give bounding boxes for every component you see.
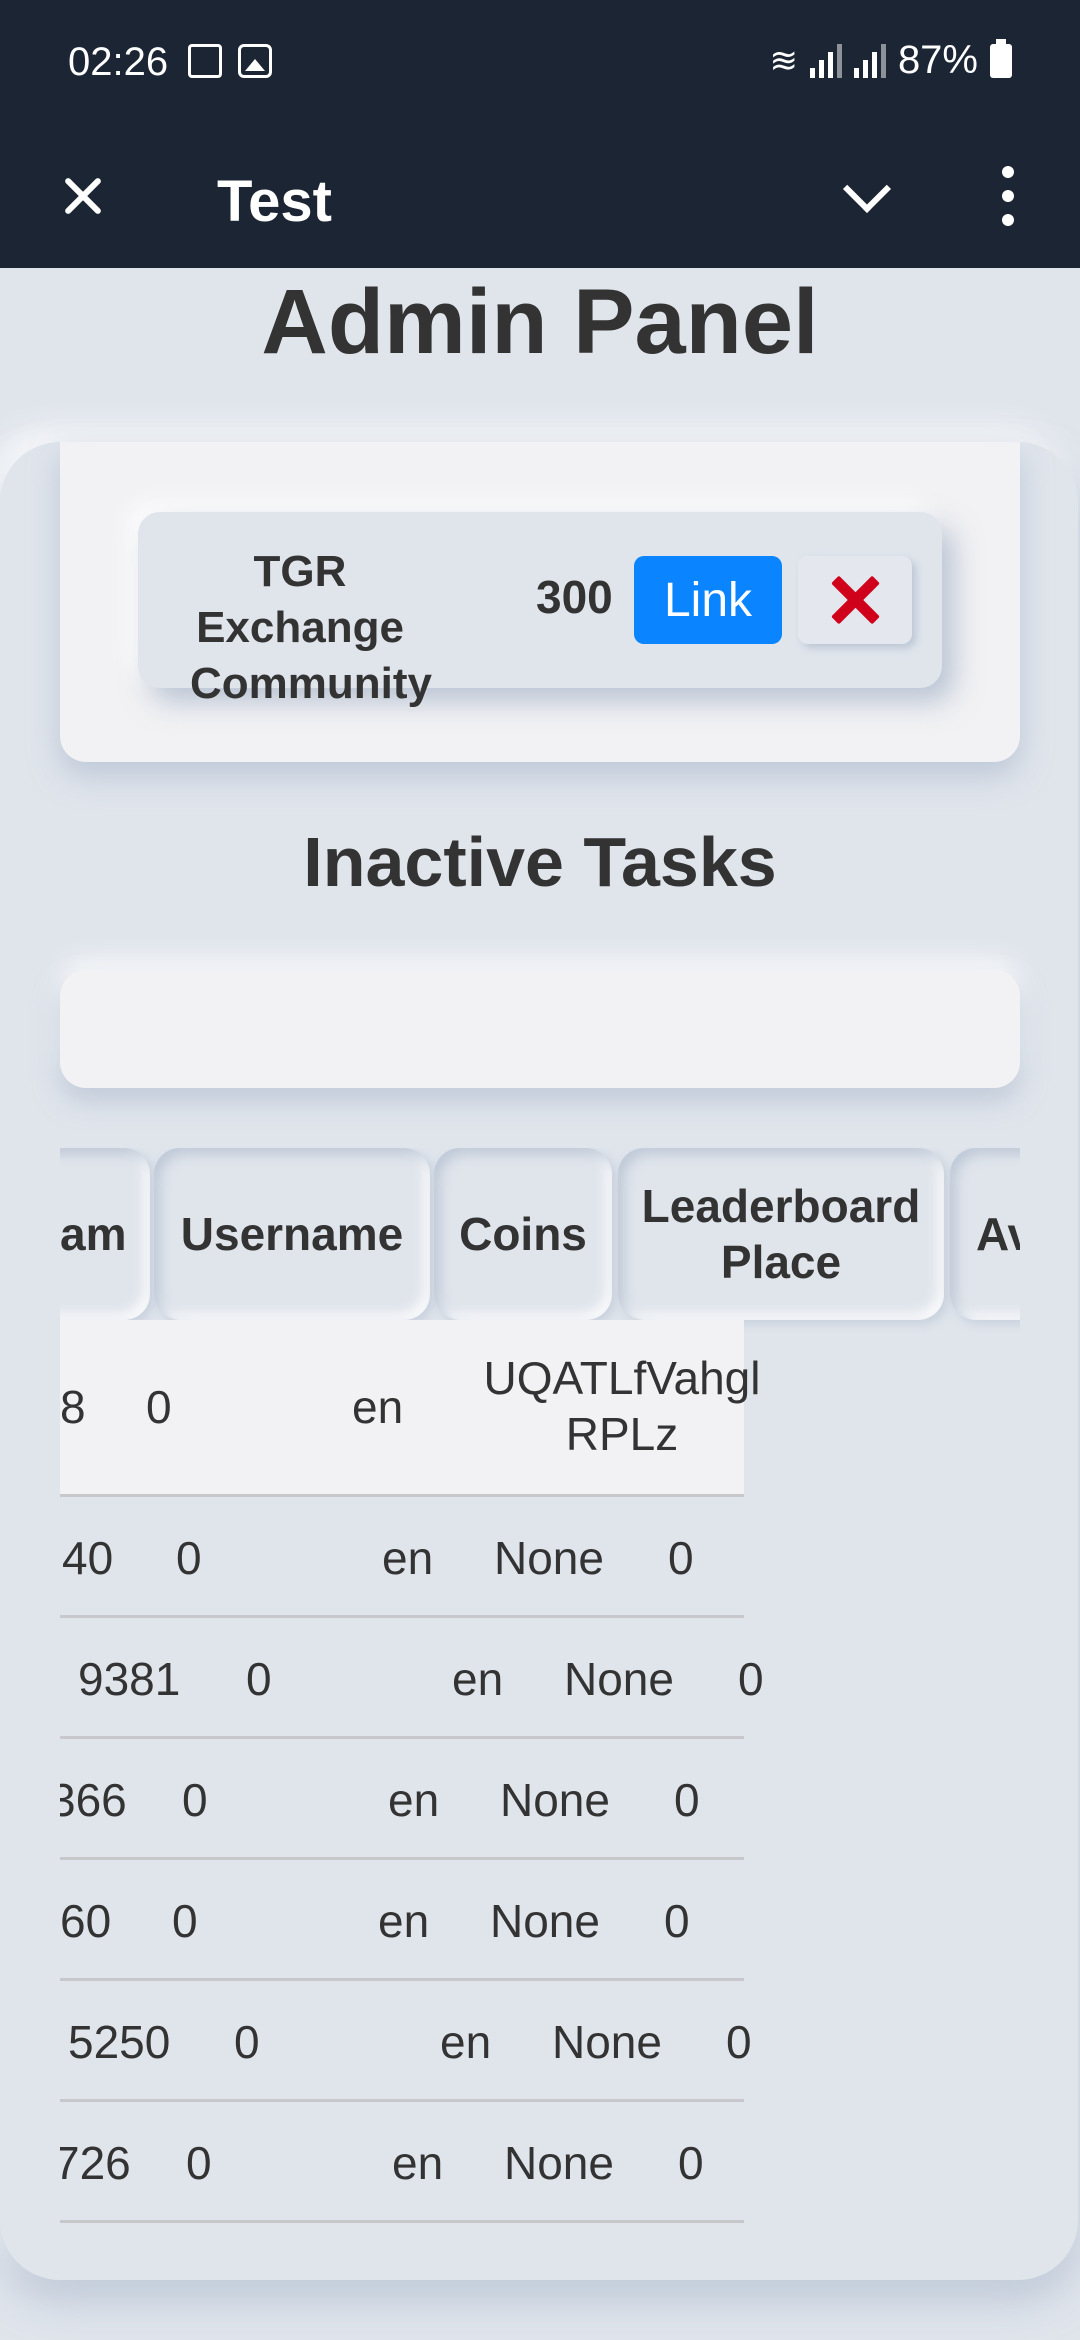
column-header-username[interactable]: Username xyxy=(154,1148,430,1320)
table-row[interactable]: 5250 0 en None 0 xyxy=(60,1981,752,2102)
table-cell: 60 xyxy=(60,1895,112,1947)
inactive-tasks-heading: Inactive Tasks xyxy=(303,823,777,901)
table-row[interactable]: 60 0 en None 0 xyxy=(60,1860,744,1981)
status-time: 02:26 xyxy=(68,40,169,84)
status-bar: 02:26 ≋ 87% xyxy=(0,0,1080,128)
table-cell: None xyxy=(564,1653,674,1705)
table-row[interactable]: 366 0 en None 0 xyxy=(60,1739,744,1860)
inactive-tasks-list xyxy=(60,970,1020,1088)
table-cell: 0 xyxy=(172,1895,198,1947)
table-cell: 0 xyxy=(678,2137,704,2189)
task-coins: 300 xyxy=(536,571,613,623)
table-row[interactable]: 9381 0 en None 0 xyxy=(60,1618,764,1739)
table-cell: en xyxy=(392,2137,444,2189)
table-cell: en xyxy=(388,1774,440,1826)
battery-icon xyxy=(990,38,1012,78)
column-header-coins[interactable]: Coins xyxy=(434,1148,612,1320)
users-table[interactable]: am Username Coins Leaderboard Place Av 8… xyxy=(60,1148,1020,2228)
table-cell: 726 xyxy=(60,2137,131,2189)
column-header-av[interactable]: Av xyxy=(950,1148,1020,1320)
signal-icon xyxy=(809,43,842,78)
table-cell: en xyxy=(382,1532,434,1584)
table-cell: None xyxy=(500,1774,610,1826)
status-right: ≋ 87% xyxy=(769,38,1012,83)
table-cell: None xyxy=(504,2137,614,2189)
table-cell: en xyxy=(352,1381,404,1433)
table-cell: en xyxy=(378,1895,430,1947)
table-cell: 0 xyxy=(186,2137,212,2189)
table-cell: None xyxy=(494,1532,604,1584)
table-row[interactable]: 8 0 en UQATLfVahgl RPLz xyxy=(60,1320,760,1497)
table-row[interactable]: 40 0 en None 0 xyxy=(60,1497,744,1618)
table-cell: 0 xyxy=(176,1532,202,1584)
device-notification-icon xyxy=(188,44,222,78)
table-cell: 5250 xyxy=(68,2016,171,2068)
table-cell: None xyxy=(552,2016,662,2068)
table-cell: 0 xyxy=(668,1532,694,1584)
app-bar: Test xyxy=(0,128,1080,268)
column-header-leaderboard-place[interactable]: Leaderboard Place xyxy=(618,1148,944,1320)
table-cell: 0 xyxy=(234,2016,260,2068)
table-body: 8 0 en UQATLfVahgl RPLz 40 0 en None 0 9… xyxy=(60,1320,764,2223)
table-cell: 0 xyxy=(146,1381,172,1433)
table-cell: en xyxy=(452,1653,504,1705)
close-icon[interactable] xyxy=(52,164,116,228)
table-cell: 0 xyxy=(246,1653,272,1705)
table-cell: None xyxy=(490,1895,600,1947)
wifi-icon: ≋ xyxy=(769,41,798,80)
column-header[interactable]: am xyxy=(60,1148,150,1320)
table-cell: 0 xyxy=(726,2016,752,2068)
table-cell: en xyxy=(440,2016,492,2068)
table-row[interactable]: 726 0 en None 0 xyxy=(60,2102,744,2223)
table-cell: UQATLfVahgl RPLz xyxy=(483,1352,761,1460)
task-name: TGR Exchange Community xyxy=(190,547,432,708)
link-button[interactable]: Link xyxy=(634,556,782,644)
page-title: Admin Panel xyxy=(261,271,819,373)
table-cell: 0 xyxy=(738,1653,764,1705)
notification-icons xyxy=(188,44,272,78)
delete-button[interactable] xyxy=(798,556,912,644)
battery-percent: 87% xyxy=(897,38,978,82)
table-cell: 0 xyxy=(674,1774,700,1826)
more-options-icon[interactable] xyxy=(996,160,1020,236)
table-cell: 40 xyxy=(62,1532,114,1584)
cross-icon xyxy=(830,575,880,625)
table-cell: 8 xyxy=(60,1381,86,1433)
table-cell: 0 xyxy=(664,1895,690,1947)
signal-icon-2 xyxy=(853,43,886,78)
task-row: TGR Exchange Community 300 Link xyxy=(138,512,942,708)
table-cell: 9381 xyxy=(78,1653,181,1705)
app-title: Test xyxy=(217,169,332,234)
chevron-down-icon[interactable] xyxy=(838,166,894,222)
table-cell: 366 xyxy=(60,1774,127,1826)
gallery-notification-icon xyxy=(238,44,272,78)
table-cell: 0 xyxy=(182,1774,208,1826)
